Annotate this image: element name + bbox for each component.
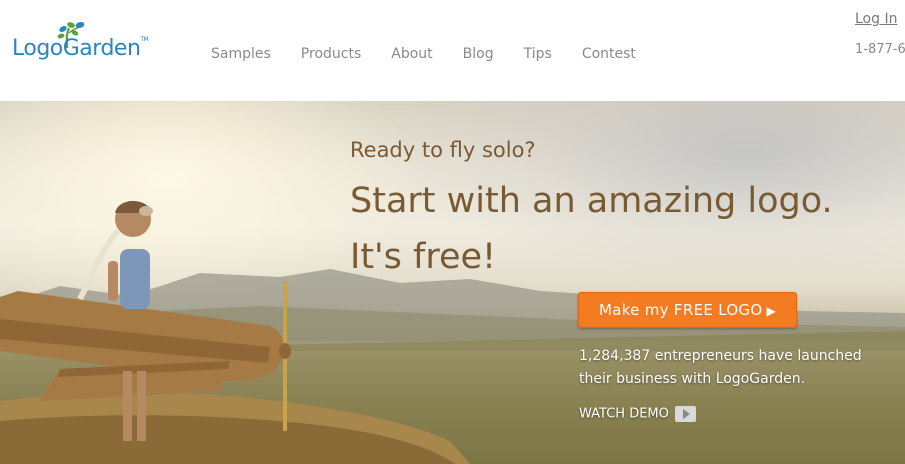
cta-label: Make my FREE LOGO xyxy=(598,301,763,319)
stats-line-1: 1,284,387 entrepreneurs have launched xyxy=(579,348,862,364)
hero-tagline: Ready to fly solo? xyxy=(350,138,536,162)
headline-line-1: Start with an amazing logo. xyxy=(350,181,833,221)
login-link[interactable]: Log In xyxy=(855,11,897,27)
nav-tips[interactable]: Tips xyxy=(524,46,552,62)
hero-headline: Start with an amazing logo. It's free! xyxy=(350,173,833,285)
nav-blog[interactable]: Blog xyxy=(463,46,494,62)
logo-text: LogoGarden xyxy=(12,36,141,61)
headline-line-2: It's free! xyxy=(350,237,497,277)
main-nav: Samples Products About Blog Tips Contest xyxy=(211,46,666,62)
make-free-logo-button[interactable]: Make my FREE LOGO ▶ xyxy=(578,292,797,328)
logogarden-logo[interactable]: LogoGardenTM xyxy=(12,22,162,66)
entrepreneur-stats: 1,284,387 entrepreneurs have launched th… xyxy=(579,345,899,391)
nav-about[interactable]: About xyxy=(391,46,432,62)
play-icon xyxy=(674,406,696,422)
play-arrow-icon: ▶ xyxy=(766,304,776,318)
nav-products[interactable]: Products xyxy=(301,46,361,62)
hero-banner: Ready to fly solo? Start with an amazing… xyxy=(0,101,905,464)
nav-contest[interactable]: Contest xyxy=(582,46,636,62)
nav-samples[interactable]: Samples xyxy=(211,46,271,62)
watch-demo-label: WATCH DEMO xyxy=(579,406,669,422)
logo-wordmark: LogoGardenTM xyxy=(12,36,149,61)
watch-demo-link[interactable]: WATCH DEMO xyxy=(579,406,696,422)
stats-line-2: their business with LogoGarden. xyxy=(579,371,806,387)
trademark: TM xyxy=(140,36,149,43)
site-header: LogoGardenTM Samples Products About Blog… xyxy=(0,0,905,101)
phone-number: 1-877-6 xyxy=(855,42,905,57)
